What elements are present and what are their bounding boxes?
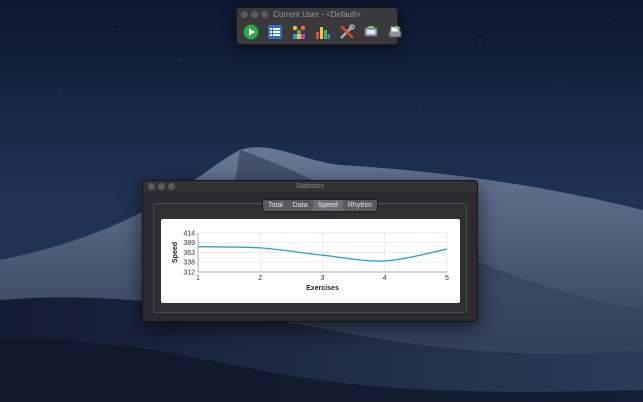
print-button[interactable] xyxy=(385,22,405,42)
x-tick-label: 5 xyxy=(445,275,449,282)
toolbar-window: Current User - <Default> xyxy=(236,7,402,45)
x-tick-label: 4 xyxy=(383,275,387,282)
toolbar-icons xyxy=(239,22,405,42)
y-tick-label: 312 xyxy=(183,270,195,277)
tab-total[interactable]: Total xyxy=(263,200,288,211)
bar-chart-icon xyxy=(316,27,330,39)
chart-panel: 414 389 363 338 312 1 2 3 4 5 Exercises Speed xyxy=(161,219,460,303)
play-button[interactable] xyxy=(241,22,261,42)
x-tick-label: 3 xyxy=(321,275,325,282)
y-tick-label: 389 xyxy=(183,240,195,247)
x-tick-label: 2 xyxy=(258,275,262,282)
network-button[interactable] xyxy=(361,22,381,42)
tools-button[interactable] xyxy=(337,22,357,42)
play-icon xyxy=(243,24,259,40)
x-axis-label: Exercises xyxy=(306,285,339,292)
statistics-window: Statistics Total Data Speed Rhythm 414 38… xyxy=(142,180,478,322)
printer-icon xyxy=(388,25,402,38)
statistics-title: Statistics xyxy=(295,183,324,190)
y-tick-label: 363 xyxy=(183,250,195,257)
tools-icon xyxy=(340,24,355,39)
y-tick-label: 414 xyxy=(183,231,195,238)
network-icon xyxy=(364,26,378,37)
tab-bar: Total Data Speed Rhythm xyxy=(262,199,378,212)
tab-data[interactable]: Data xyxy=(288,200,313,211)
bar-chart-button[interactable] xyxy=(313,22,333,42)
speed-chart: 414 389 363 338 3121 2 3 4 5 Exercises Speed xyxy=(172,231,449,293)
y-tick-label: 338 xyxy=(183,260,195,267)
tab-rhythm[interactable]: Rhythm xyxy=(343,200,377,211)
list-button[interactable] xyxy=(265,22,285,42)
toolbar-title: Current User - <Default> xyxy=(273,10,361,19)
tab-speed[interactable]: Speed xyxy=(312,200,343,211)
list-icon xyxy=(268,25,282,39)
y-axis-label: Speed xyxy=(172,242,179,263)
x-tick-label: 1 xyxy=(196,275,200,282)
users-icon xyxy=(292,25,306,39)
statistics-panel: Total Data Speed Rhythm 414 389 363 338 312 1… xyxy=(153,199,467,313)
users-button[interactable] xyxy=(289,22,309,42)
